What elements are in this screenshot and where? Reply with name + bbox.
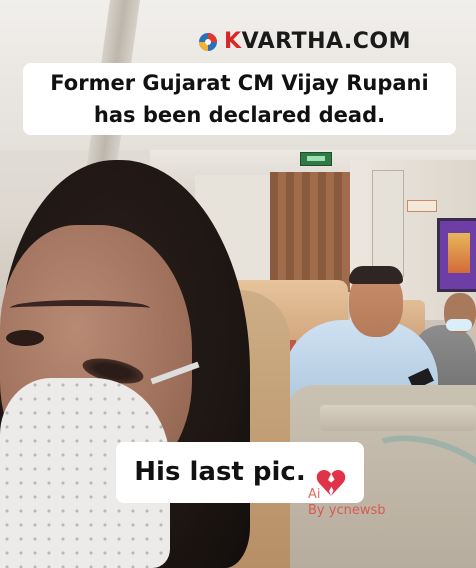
headline-caption: Former Gujarat CM Vijay Rupani has been … <box>23 63 456 135</box>
man-hair <box>349 266 403 284</box>
wall-sign <box>407 200 437 212</box>
logo-letter: K <box>224 29 242 54</box>
credit-line-1: Ai <box>308 487 321 502</box>
photo-credit: Ai By ycnewsb <box>308 487 398 519</box>
headline-text: Former Gujarat CM Vijay Rupani has been … <box>50 71 429 127</box>
photo-scene: KVARTHA.COM Former Gujarat CM Vijay Rupa… <box>0 0 476 568</box>
seatback-screen <box>437 218 476 292</box>
lavatory-door <box>372 170 404 277</box>
passenger-mask <box>446 319 472 331</box>
kvartha-globe-icon <box>198 32 218 52</box>
galley-curtain <box>270 172 350 292</box>
subtitle-text: His last pic. <box>134 457 306 487</box>
woman-brow <box>10 300 150 316</box>
credit-line-2: By ycnewsb <box>308 503 386 518</box>
kvartha-watermark: KVARTHA.COM <box>198 28 411 56</box>
woman-eye-left <box>6 330 44 346</box>
exit-sign <box>300 152 332 166</box>
logo-rest: VARTHA.COM <box>241 29 412 54</box>
broken-heart-icon <box>316 459 346 496</box>
kvartha-logo-text: KVARTHA.COM <box>224 31 411 53</box>
seat-tray <box>320 405 476 431</box>
